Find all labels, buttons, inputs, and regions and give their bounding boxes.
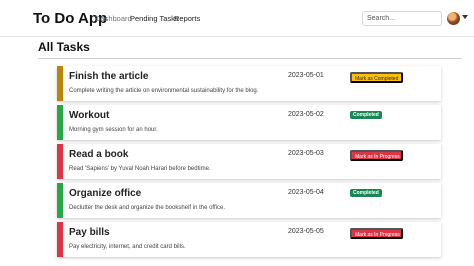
mark-in-progress-button[interactable]: Mark as In Progress [350, 150, 403, 161]
nav-dashboard[interactable]: Dashboard [95, 14, 132, 23]
task-status-bar [57, 66, 63, 101]
task-status-bar [57, 105, 63, 140]
task-date: 2023-05-02 [288, 111, 324, 118]
task-description: Pay electricity, internet, and credit ca… [69, 244, 186, 250]
task-card[interactable]: Workout Morning gym session for an hour.… [57, 105, 441, 140]
task-description: Complete writing the article on environm… [69, 88, 259, 94]
task-title: Workout [69, 110, 110, 121]
task-date: 2023-05-05 [288, 228, 324, 235]
page-title: All Tasks [38, 40, 90, 54]
divider [38, 58, 462, 59]
avatar[interactable] [447, 12, 460, 25]
chevron-down-icon[interactable] [462, 15, 468, 19]
task-title: Finish the article [69, 71, 149, 82]
task-date: 2023-05-04 [288, 189, 324, 196]
task-date: 2023-05-01 [288, 72, 324, 79]
nav-pending-tasks[interactable]: Pending Tasks [130, 14, 179, 23]
task-card[interactable]: Organize office Declutter the desk and o… [57, 183, 441, 218]
task-card[interactable]: Read a book Read 'Sapiens' by Yuval Noah… [57, 144, 441, 179]
task-description: Morning gym session for an hour. [69, 127, 158, 133]
task-title: Organize office [69, 188, 142, 199]
task-status-bar [57, 183, 63, 218]
task-title: Read a book [69, 149, 129, 160]
task-status-bar [57, 144, 63, 179]
completed-badge: Completed [350, 189, 382, 197]
task-date: 2023-05-03 [288, 150, 324, 157]
mark-completed-button[interactable]: Mark as Completed [350, 72, 403, 83]
nav-reports[interactable]: Reports [174, 14, 200, 23]
task-description: Read 'Sapiens' by Yuval Noah Harari befo… [69, 166, 211, 172]
mark-in-progress-button[interactable]: Mark as In Progress [350, 228, 403, 239]
task-card[interactable]: Pay bills Pay electricity, internet, and… [57, 222, 441, 257]
completed-badge: Completed [350, 111, 382, 119]
task-description: Declutter the desk and organize the book… [69, 205, 225, 211]
task-title: Pay bills [69, 227, 110, 238]
top-navbar: To Do App Dashboard Pending Tasks Report… [0, 0, 474, 37]
search-input[interactable] [362, 11, 442, 26]
task-card[interactable]: Finish the article Complete writing the … [57, 66, 441, 101]
task-status-bar [57, 222, 63, 257]
